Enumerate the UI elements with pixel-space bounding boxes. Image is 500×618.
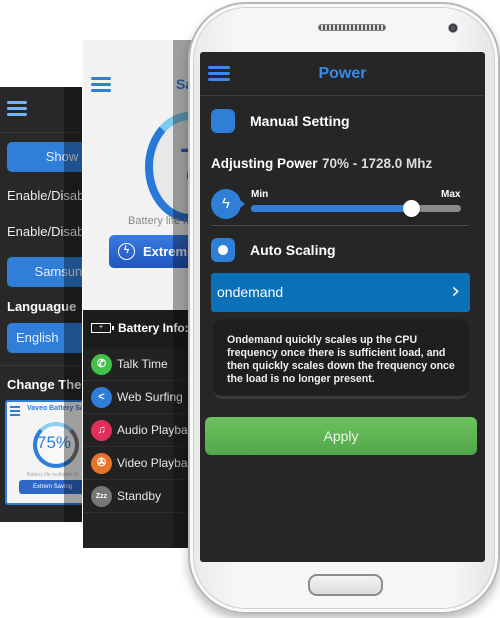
music-icon: ♫ xyxy=(91,420,112,441)
slider-thumb[interactable] xyxy=(403,200,421,217)
divider xyxy=(211,225,469,226)
governor-select[interactable]: ondemand › xyxy=(211,273,470,312)
phone-frame: Power Manual Setting Adjusting Power 70%… xyxy=(188,2,500,614)
manual-setting-checkbox[interactable] xyxy=(211,109,235,133)
slider-max-label: Max xyxy=(441,189,461,200)
power-slider[interactable] xyxy=(251,200,461,217)
chevron-right-icon: › xyxy=(451,279,460,304)
governor-description: Ondemand quickly scales up the CPU frequ… xyxy=(213,319,469,399)
menu-icon[interactable] xyxy=(7,101,27,119)
home-button[interactable] xyxy=(308,574,383,596)
power-screen: Power Manual Setting Adjusting Power 70%… xyxy=(200,52,485,562)
adjusting-power-value: 70% - 1728.0 Mhz xyxy=(322,156,433,171)
battery-screen: Saver 75 Battery life multiplier ϟ Extre… xyxy=(83,40,193,548)
apply-button[interactable]: Apply xyxy=(205,417,477,455)
speaker-grille xyxy=(318,24,386,31)
menu-icon xyxy=(10,406,20,418)
battery-icon: + xyxy=(91,323,114,333)
film-reel-icon: ✇ xyxy=(91,453,112,474)
battery-header-area: Saver 75 Battery life multiplier ϟ Extre… xyxy=(83,40,193,310)
battery-info-item-label: Talk Time xyxy=(117,357,168,371)
radio-selected-dot xyxy=(218,245,228,255)
manual-setting-label: Manual Setting xyxy=(250,113,350,129)
menu-icon[interactable] xyxy=(91,77,111,95)
governor-description-text: Ondemand quickly scales up the CPU frequ… xyxy=(227,334,455,385)
sleep-icon: Zzz xyxy=(91,486,112,507)
slider-fill xyxy=(251,205,412,212)
battery-info-panel: + Battery Info: ✆ Talk Time < Web Surfing ♫ A… xyxy=(83,310,193,548)
page-title: Power xyxy=(318,65,367,82)
adjusting-power-label: Adjusting Power xyxy=(211,156,318,171)
governor-value: ondemand xyxy=(217,284,284,300)
share-icon: < xyxy=(91,387,112,408)
battery-info-item-label: Standby xyxy=(117,489,162,503)
front-camera xyxy=(448,23,458,33)
auto-scaling-radio[interactable] xyxy=(211,238,235,262)
settings-screen: Show Enable/Disable Enable/Disable Samsu… xyxy=(0,87,82,522)
bolt-icon: ϟ xyxy=(118,243,135,260)
auto-scaling-label: Auto Scaling xyxy=(250,242,336,258)
phone-icon: ✆ xyxy=(91,354,112,375)
overlap-shadow xyxy=(64,87,82,522)
app-header: Power xyxy=(200,52,485,96)
lightning-bolt-icon: ϟ xyxy=(211,189,245,219)
slider-min-label: Min xyxy=(251,189,269,200)
